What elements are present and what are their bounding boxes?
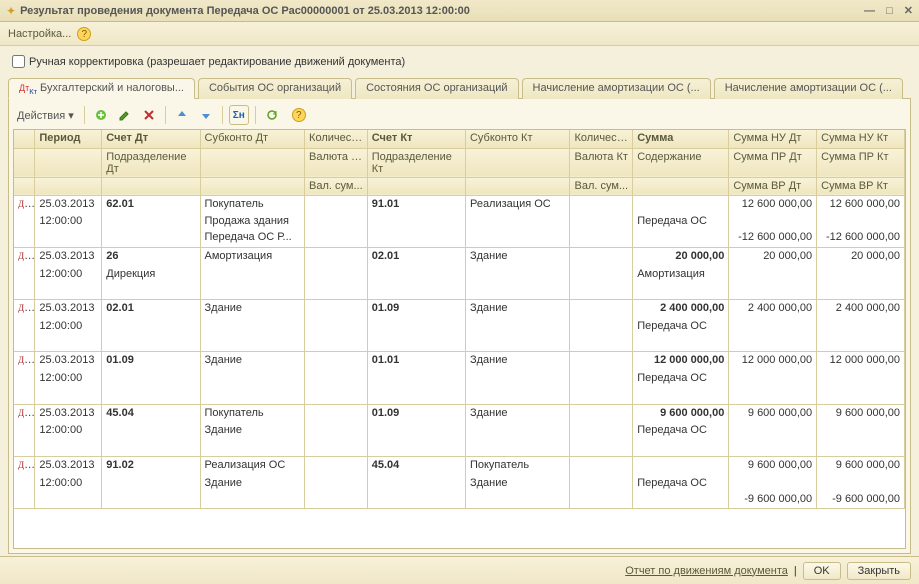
actions-toolbar: Действия ▾ Σн ? [13, 103, 906, 127]
document-icon: ✦ [6, 4, 16, 18]
table-row[interactable]: 12:00:00Продажа зданияПередача ОС [14, 213, 905, 229]
minimize-button[interactable]: — [864, 5, 875, 17]
table-row[interactable]: 12:00:00Передача ОС [14, 318, 905, 334]
close-button[interactable]: ✕ [904, 5, 913, 17]
table-row[interactable]: 12:00:00Передача ОС [14, 370, 905, 386]
table-row[interactable] [14, 282, 905, 300]
table-row[interactable]: ДтКт25.03.201302.01Здание01.09Здание2 40… [14, 300, 905, 318]
tabs: ДтКтБухгалтерский и налоговы... События … [8, 77, 911, 99]
titlebar: ✦ Результат проведения документа Передач… [0, 0, 919, 22]
table-row[interactable]: ДтКт25.03.201391.02Реализация ОС45.04Пок… [14, 456, 905, 474]
tab-amort1[interactable]: Начисление амортизации ОС (... [522, 78, 711, 99]
moveup-icon[interactable] [172, 105, 192, 125]
delete-icon[interactable] [139, 105, 159, 125]
table-row[interactable] [14, 386, 905, 404]
footer: Отчет по движениям документа | OK Закрыт… [0, 556, 919, 584]
refresh-icon[interactable] [262, 105, 282, 125]
table-row[interactable]: ДтКт25.03.201362.01Покупатель91.01Реализ… [14, 195, 905, 213]
table-row[interactable]: -9 600 000,00-9 600 000,00 [14, 491, 905, 509]
table-row[interactable] [14, 334, 905, 352]
table-row[interactable]: ДтКт25.03.201345.04Покупатель01.09Здание… [14, 404, 905, 422]
table-row[interactable]: 12:00:00ЗданиеЗданиеПередача ОС [14, 475, 905, 491]
close-button-footer[interactable]: Закрыть [847, 562, 911, 580]
tab-events[interactable]: События ОС организаций [198, 78, 352, 99]
dtkt-icon: ДтКт [19, 83, 37, 93]
sum-icon[interactable]: Σн [229, 105, 249, 125]
table-row[interactable]: 12:00:00ЗданиеПередача ОС [14, 422, 905, 438]
grid[interactable]: Период Счет Дт Субконто Дт Количест... С… [13, 129, 906, 549]
table-row[interactable]: ДтКт25.03.201301.09Здание01.01Здание12 0… [14, 352, 905, 370]
help-icon[interactable]: ? [77, 27, 91, 41]
tab-amort2[interactable]: Начисление амортизации ОС (... [714, 78, 903, 99]
grid-header: Период Счет Дт Субконто Дт Количест... С… [14, 130, 905, 195]
report-link[interactable]: Отчет по движениям документа [625, 565, 788, 577]
tab-states[interactable]: Состояния ОС организаций [355, 78, 518, 99]
manual-edit-checkbox[interactable] [12, 55, 25, 68]
movedown-icon[interactable] [196, 105, 216, 125]
edit-icon[interactable] [115, 105, 135, 125]
actions-menu[interactable]: Действия ▾ [13, 109, 78, 122]
table-row[interactable] [14, 438, 905, 456]
ok-button[interactable]: OK [803, 562, 841, 580]
table-row[interactable]: Передача ОС Р...-12 600 000,00-12 600 00… [14, 229, 905, 247]
window-title: Результат проведения документа Передача … [20, 5, 856, 17]
add-icon[interactable] [91, 105, 111, 125]
maximize-button[interactable]: □ [886, 5, 893, 17]
table-row[interactable]: 12:00:00ДирекцияАмортизация [14, 266, 905, 282]
settings-link[interactable]: Настройка... [8, 28, 71, 40]
top-toolbar: Настройка... ? [0, 22, 919, 46]
help2-icon[interactable]: ? [292, 108, 306, 122]
table-row[interactable]: ДтКт25.03.201326Амортизация02.01Здание20… [14, 247, 905, 265]
tab-accounting[interactable]: ДтКтБухгалтерский и налоговы... [8, 78, 195, 99]
manual-edit-label: Ручная корректировка (разрешает редактир… [29, 56, 405, 68]
